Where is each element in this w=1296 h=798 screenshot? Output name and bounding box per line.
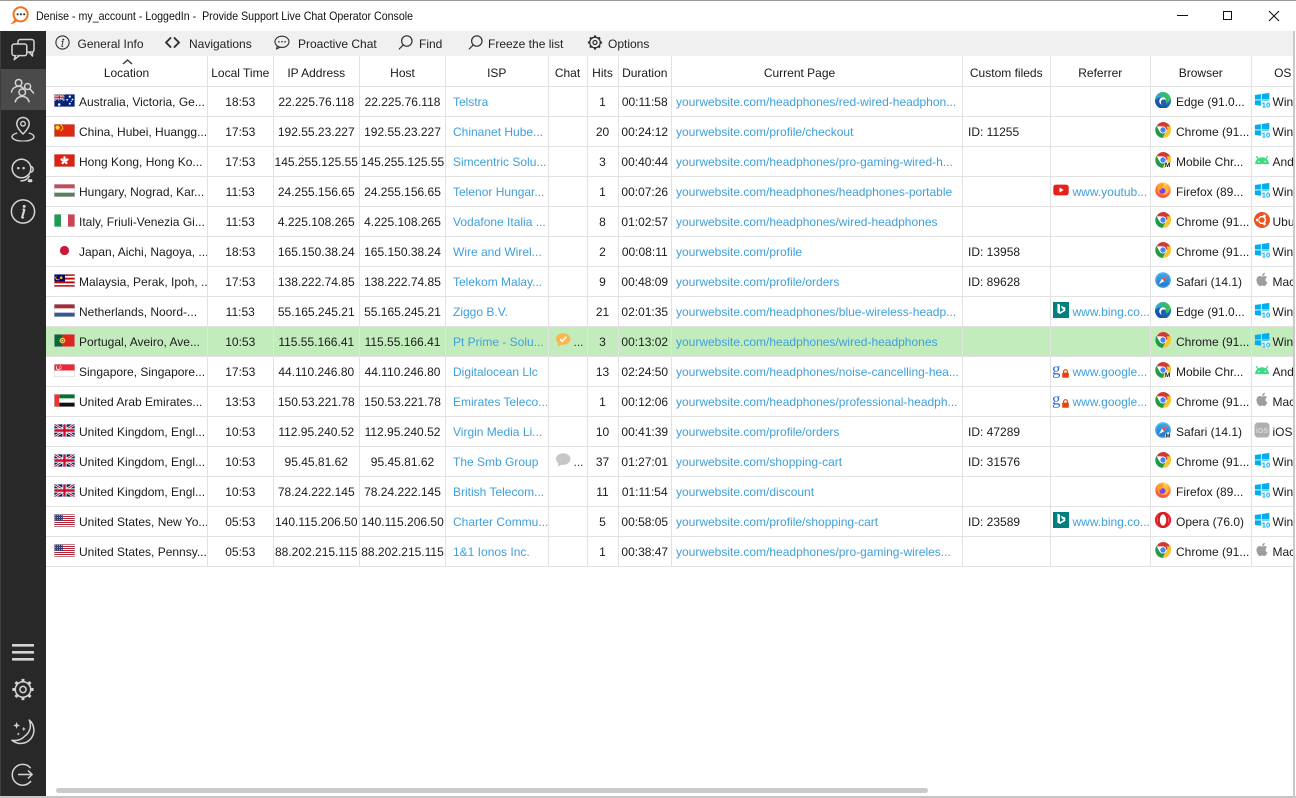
svg-text:10: 10 xyxy=(1261,340,1269,348)
svg-text:M: M xyxy=(1166,433,1171,438)
svg-text:10: 10 xyxy=(1261,130,1269,138)
svg-text:10: 10 xyxy=(1261,490,1269,498)
svg-text:10: 10 xyxy=(1261,310,1269,318)
svg-text:iOS: iOS xyxy=(1255,426,1268,435)
svg-text:g: g xyxy=(1053,362,1061,378)
svg-text:10: 10 xyxy=(1261,100,1269,108)
svg-text:10: 10 xyxy=(1261,190,1269,198)
svg-text:M: M xyxy=(1165,372,1170,378)
svg-text:10: 10 xyxy=(1261,520,1269,528)
svg-text:M: M xyxy=(1165,162,1170,168)
svg-text:10: 10 xyxy=(1261,460,1269,468)
svg-text:10: 10 xyxy=(1261,250,1269,258)
svg-text:g: g xyxy=(1053,392,1061,408)
